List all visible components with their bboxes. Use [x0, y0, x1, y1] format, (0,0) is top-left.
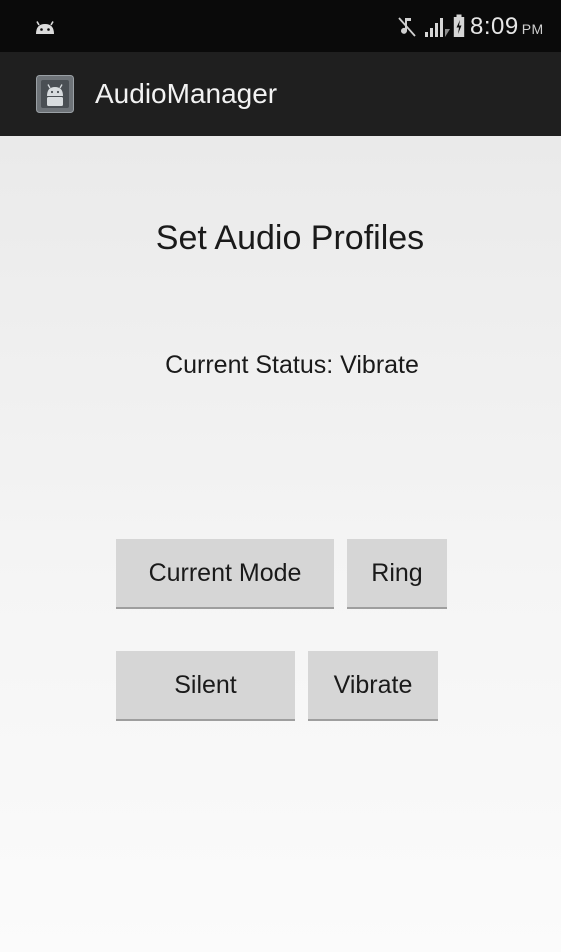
battery-icon	[453, 14, 465, 37]
status-bar: 8:09 PM	[0, 0, 561, 52]
status-time-value: 8:09	[470, 13, 519, 40]
main-content: Set Audio Profiles Current Status: Vibra…	[0, 136, 561, 952]
status-ampm: PM	[521, 21, 544, 37]
android-notification-icon	[36, 21, 54, 34]
signal-icon	[425, 18, 450, 37]
app-title: AudioManager	[95, 78, 278, 109]
silent-button[interactable]: Silent	[116, 651, 295, 721]
app-icon[interactable]	[36, 75, 74, 113]
current-status-text: Current Status: Vibrate	[165, 351, 419, 379]
action-bar: AudioManager	[0, 52, 561, 136]
ring-button[interactable]: Ring	[347, 539, 447, 609]
current-mode-button[interactable]: Current Mode	[116, 539, 334, 609]
page-title: Set Audio Profiles	[155, 219, 425, 257]
mute-icon	[398, 17, 416, 37]
status-clock: 8:09 PM	[470, 13, 544, 41]
vibrate-button[interactable]: Vibrate	[308, 651, 438, 721]
